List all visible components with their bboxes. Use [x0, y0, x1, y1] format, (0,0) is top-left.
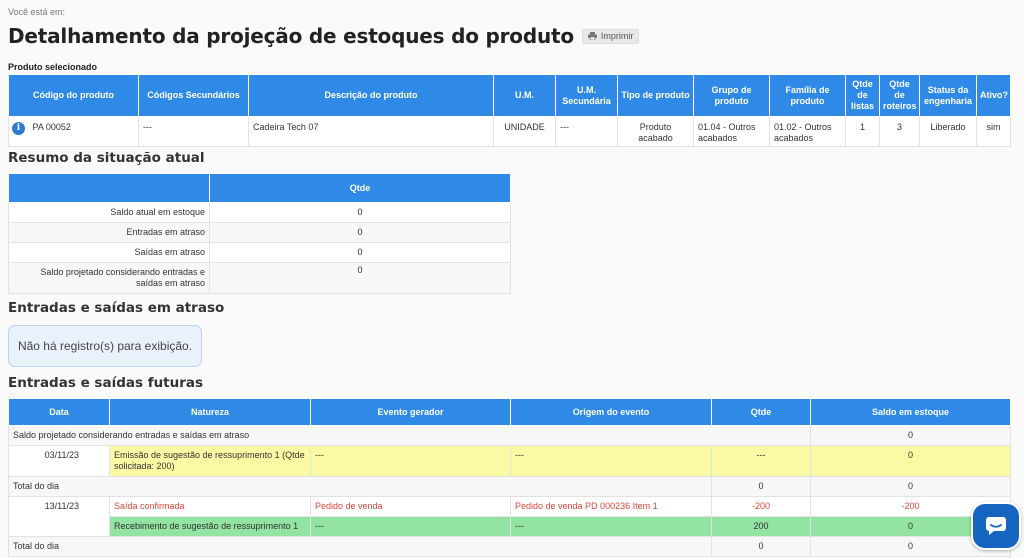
row-natureza: Emissão de sugestão de ressuprimento 1 (…	[109, 445, 311, 477]
row-date: 03/11/23	[8, 445, 110, 477]
page: Você está em: Detalhamento da projeção d…	[8, 0, 1012, 557]
print-button-label: Imprimir	[600, 31, 634, 41]
list-count: 1	[845, 116, 880, 147]
print-button[interactable]: Imprimir	[581, 28, 640, 44]
col-header: Origem do evento	[510, 398, 712, 426]
col-header: Ativo?	[976, 74, 1011, 117]
row-evento: Pedido de venda	[310, 496, 511, 517]
row-date: 13/11/23	[8, 496, 110, 537]
resumo-value: 0	[209, 262, 511, 294]
chat-icon	[986, 517, 1006, 535]
engineering-status: Liberado	[919, 116, 977, 147]
row-origem: ---	[510, 445, 712, 477]
col-header: Qtde de roteiros	[879, 74, 920, 117]
row-saldo: 0	[810, 445, 1011, 477]
table-row: Entradas em atraso 0	[8, 222, 511, 243]
day-total-label: Total do dia	[8, 536, 712, 557]
breadcrumb: Você está em:	[8, 7, 66, 17]
table-row: 03/11/23 Emissão de sugestão de ressupri…	[8, 445, 1011, 477]
atraso-title: Entradas e saídas em atraso	[8, 300, 225, 316]
row-origem: Pedido de venda PD 000236 Item 1	[510, 496, 712, 517]
product-family: 01.02 - Outros acabados	[769, 116, 846, 147]
futuras-header: Data Natureza Evento gerador Origem do e…	[8, 398, 1011, 426]
futuras-table: Data Natureza Evento gerador Origem do e…	[8, 398, 1011, 557]
resumo-label: Saldo projetado considerando entradas e …	[8, 262, 210, 294]
resumo-table: Qtde Saldo atual em estoque 0 Entradas e…	[8, 173, 511, 294]
selected-product-label: Produto selecionado	[8, 62, 98, 72]
row-qtde: -200	[711, 496, 811, 517]
col-header: Evento gerador	[310, 398, 511, 426]
page-title: Detalhamento da projeção de estoques do …	[8, 24, 574, 48]
resumo-header: Qtde	[8, 173, 511, 203]
resumo-value: 0	[209, 222, 511, 243]
chat-button[interactable]	[971, 502, 1021, 550]
product-description: Cadeira Tech 07	[248, 116, 494, 147]
col-header: Descrição do produto	[248, 74, 494, 117]
col-header: Tipo de produto	[617, 74, 694, 117]
col-header: Qtde de listas	[845, 74, 880, 117]
secondary-codes: ---	[138, 116, 249, 147]
secondary-unit: ---	[555, 116, 618, 147]
col-header: Status da engenharia	[919, 74, 977, 117]
table-row: Recebimento de sugestão de ressuprimento…	[9, 516, 1011, 537]
row-qtde: 200	[711, 516, 811, 537]
day-total-saldo: 0	[810, 476, 1011, 497]
product-table: Código do produto Códigos Secundários De…	[8, 74, 1011, 147]
col-header: Data	[8, 398, 110, 426]
resumo-title: Resumo da situação atual	[8, 150, 205, 166]
resumo-value: 0	[209, 242, 511, 263]
resumo-value: 0	[209, 202, 511, 223]
row-origem: ---	[510, 516, 712, 537]
table-row: Saldo projetado considerando entradas e …	[8, 262, 511, 294]
col-header: Códigos Secundários	[138, 74, 249, 117]
product-table-header: Código do produto Códigos Secundários De…	[8, 74, 1011, 117]
unit: UNIDADE	[493, 116, 556, 147]
col-header: Qtde	[711, 398, 811, 426]
projected-label: Saldo projetado considerando entradas e …	[8, 425, 811, 446]
table-row: Total do dia 0 0	[8, 476, 1011, 497]
empty-message: Não há registro(s) para exibição.	[8, 325, 202, 367]
product-group: 01.04 - Outros acabados	[693, 116, 770, 147]
active-flag: sim	[976, 116, 1011, 147]
table-row: Saldo atual em estoque 0	[8, 202, 511, 223]
table-row: Saldo projetado considerando entradas e …	[8, 425, 1011, 446]
row-natureza: Recebimento de sugestão de ressuprimento…	[109, 516, 311, 537]
product-code-cell: i PA 00052	[8, 116, 139, 147]
row-evento: ---	[310, 516, 511, 537]
col-header: Grupo de produto	[693, 74, 770, 117]
col-header: Natureza	[109, 398, 311, 426]
table-row: i PA 00052 --- Cadeira Tech 07 UNIDADE -…	[8, 116, 1011, 147]
title-row: Detalhamento da projeção de estoques do …	[8, 21, 1012, 51]
print-icon	[587, 32, 597, 40]
table-row: Total do dia 0 0	[8, 536, 1011, 557]
row-natureza: Saída confirmada	[109, 496, 311, 517]
col-header: Saldo em estoque	[810, 398, 1011, 426]
col-header: U.M. Secundária	[555, 74, 618, 117]
product-type: Produto acabado	[617, 116, 694, 147]
resumo-label: Entradas em atraso	[8, 222, 210, 243]
resumo-label: Saídas em atraso	[8, 242, 210, 263]
day-total-qtde: 0	[711, 476, 811, 497]
day-total-label: Total do dia	[8, 476, 712, 497]
row-evento: ---	[310, 445, 511, 477]
resumo-header-qtde: Qtde	[209, 173, 511, 203]
routing-count: 3	[879, 116, 920, 147]
info-icon[interactable]: i	[12, 122, 25, 135]
projected-value: 0	[810, 425, 1011, 446]
col-header: Família de produto	[769, 74, 846, 117]
row-qtde: ---	[711, 445, 811, 477]
col-header: Código do produto	[8, 74, 139, 117]
resumo-header-empty	[8, 173, 210, 203]
table-row: 13/11/23 Saída confirmada Pedido de vend…	[8, 496, 1011, 537]
table-row: Saídas em atraso 0	[8, 242, 511, 263]
col-header: U.M.	[493, 74, 556, 117]
resumo-label: Saldo atual em estoque	[8, 202, 210, 223]
product-code: PA 00052	[32, 122, 71, 132]
day-total-qtde: 0	[711, 536, 811, 557]
futuras-title: Entradas e saídas futuras	[8, 375, 204, 391]
